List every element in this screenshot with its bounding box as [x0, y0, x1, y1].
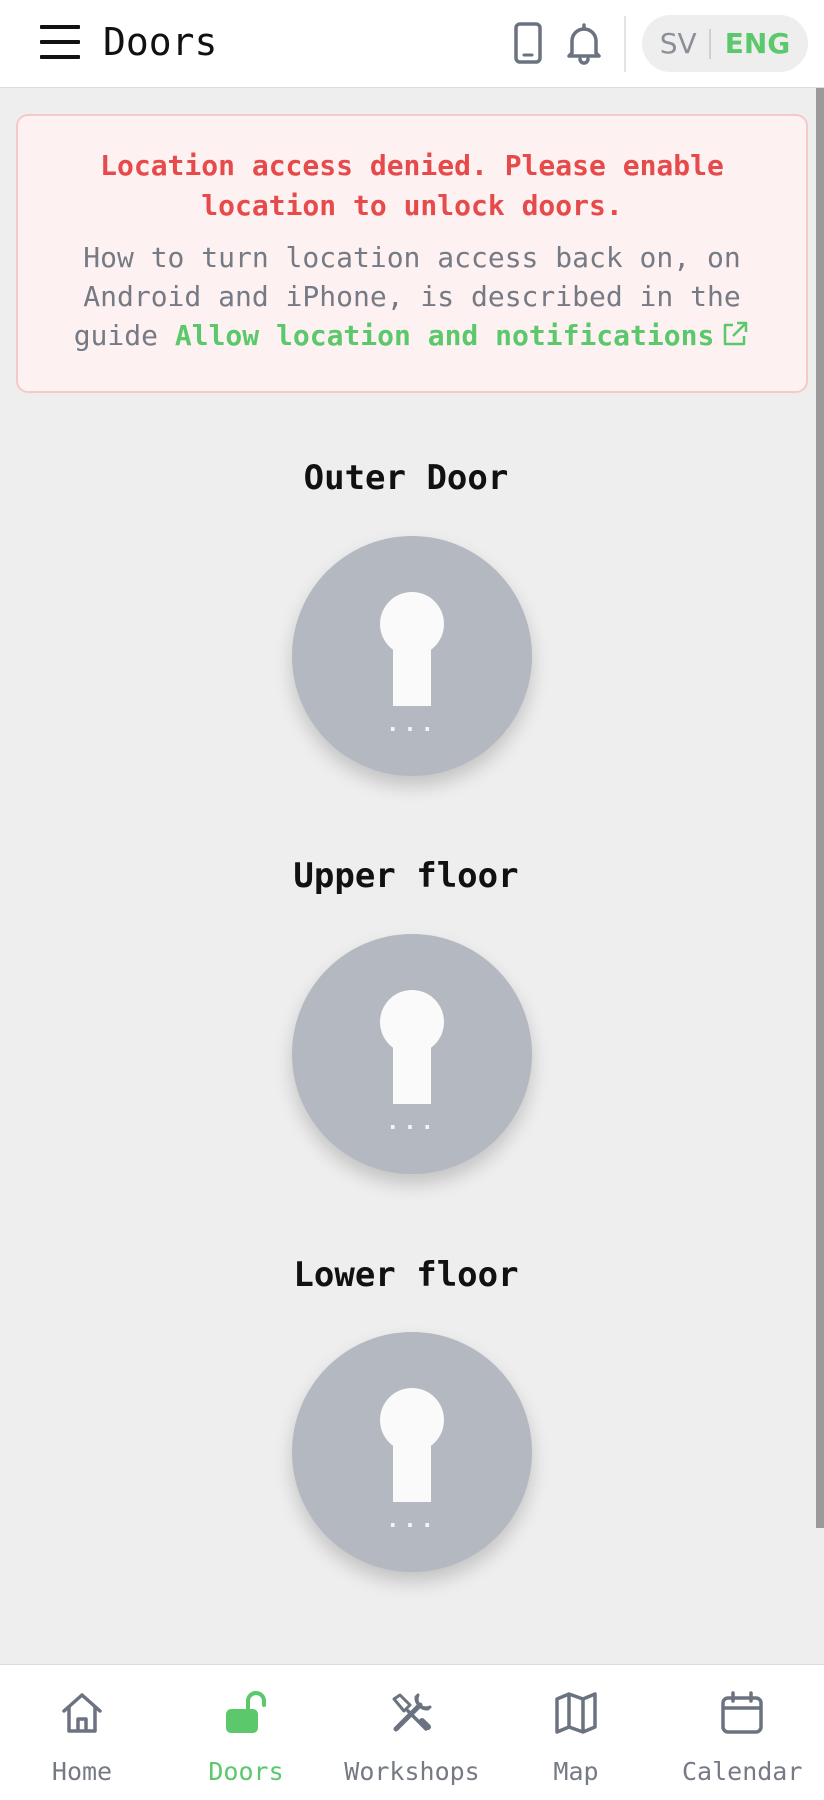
nav-calendar[interactable]: Calendar	[682, 1665, 802, 1800]
nav-map[interactable]: Map	[532, 1665, 620, 1800]
door-name: Outer Door	[303, 458, 509, 498]
door-unlock-button[interactable]: ...	[292, 1332, 532, 1572]
header-divider	[624, 16, 626, 72]
external-link-icon[interactable]	[720, 319, 750, 349]
tools-icon	[392, 1693, 432, 1732]
home-icon	[62, 1693, 102, 1733]
door-name: Upper floor	[293, 856, 519, 896]
bottom-navigation: Home Doors Workshops Map Calendar	[0, 1664, 824, 1800]
door-status: ...	[386, 1110, 438, 1135]
door-unlock-button[interactable]: ...	[292, 536, 532, 776]
language-toggle[interactable]: SV ENG	[642, 15, 808, 72]
calendar-icon	[721, 1691, 763, 1734]
door-outer: Outer Door ...	[0, 456, 824, 776]
nav-label: Workshops	[344, 1757, 480, 1786]
door-name: Lower floor	[293, 1255, 519, 1295]
phone-icon[interactable]	[506, 20, 550, 66]
alert-body: How to turn location access back on, on …	[58, 238, 766, 355]
alert-title: Location access denied. Please enable lo…	[100, 149, 724, 222]
nav-label: Map	[553, 1757, 599, 1786]
top-app-bar: Doors SV ENG	[0, 0, 824, 88]
nav-label: Calendar	[682, 1757, 803, 1786]
door-status: ...	[386, 712, 438, 737]
location-alert: Location access denied. Please enable lo…	[16, 114, 808, 393]
guide-link[interactable]: Allow location and notifications	[175, 319, 750, 352]
bell-icon[interactable]	[562, 20, 606, 66]
door-lower-floor: Lower floor ...	[0, 1253, 824, 1572]
nav-label: Home	[51, 1757, 113, 1786]
door-upper-floor: Upper floor ...	[0, 854, 824, 1174]
guide-link-text[interactable]: Allow location and notifications	[175, 319, 714, 352]
page-title: Doors	[103, 20, 218, 64]
nav-label: Doors	[208, 1757, 284, 1786]
nav-doors[interactable]: Doors	[190, 1665, 302, 1800]
door-unlock-button[interactable]: ...	[292, 934, 532, 1174]
scrollbar[interactable]	[816, 88, 824, 1528]
nav-workshops[interactable]: Workshops	[342, 1665, 482, 1800]
map-icon	[555, 1692, 597, 1734]
language-option-sv[interactable]: SV	[652, 27, 709, 60]
language-option-eng[interactable]: ENG	[711, 27, 799, 60]
menu-icon[interactable]	[40, 22, 80, 62]
door-status: ...	[386, 1508, 438, 1533]
nav-home[interactable]: Home	[20, 1665, 144, 1800]
unlock-icon	[226, 1691, 266, 1733]
